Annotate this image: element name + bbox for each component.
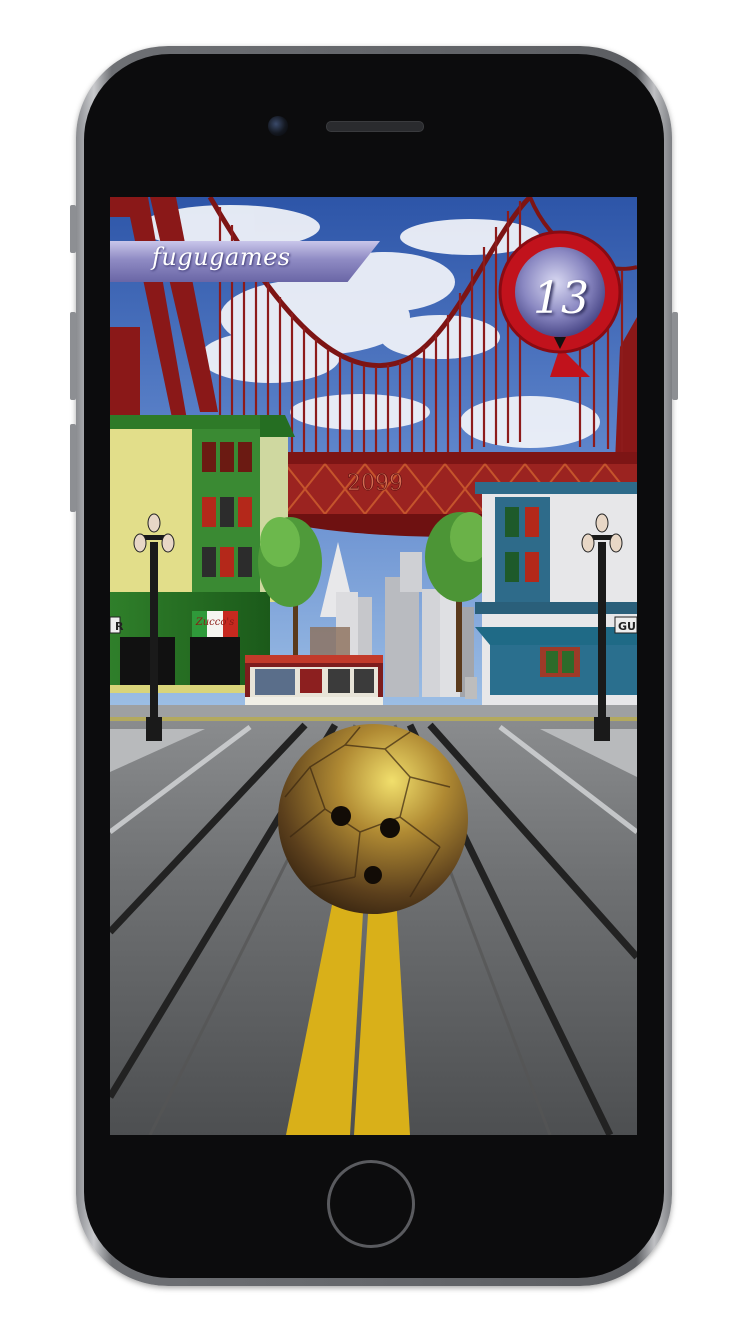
pins-count-text: 13 <box>533 273 589 324</box>
front-camera-icon <box>268 116 288 136</box>
power-button <box>672 312 678 400</box>
player-name-banner: fugugames <box>110 241 380 282</box>
right-street-sign: GU <box>618 620 636 633</box>
shop-sign-text: Zucco's <box>195 617 235 628</box>
volume-up-button <box>70 312 76 400</box>
player-name: fugugames <box>152 243 291 271</box>
game-screen[interactable]: 2099 R Zucco's GU fugugames 13 <box>110 197 637 1135</box>
earpiece-speaker <box>326 121 424 132</box>
home-button[interactable] <box>327 1160 415 1248</box>
mute-switch <box>70 205 76 253</box>
bowling-ball <box>278 724 468 914</box>
left-street-sign: R <box>115 620 124 633</box>
pins-counter: 13 <box>498 229 624 379</box>
right-building <box>465 482 637 707</box>
bridge-year-text: 2099 <box>347 471 403 496</box>
volume-down-button <box>70 424 76 512</box>
